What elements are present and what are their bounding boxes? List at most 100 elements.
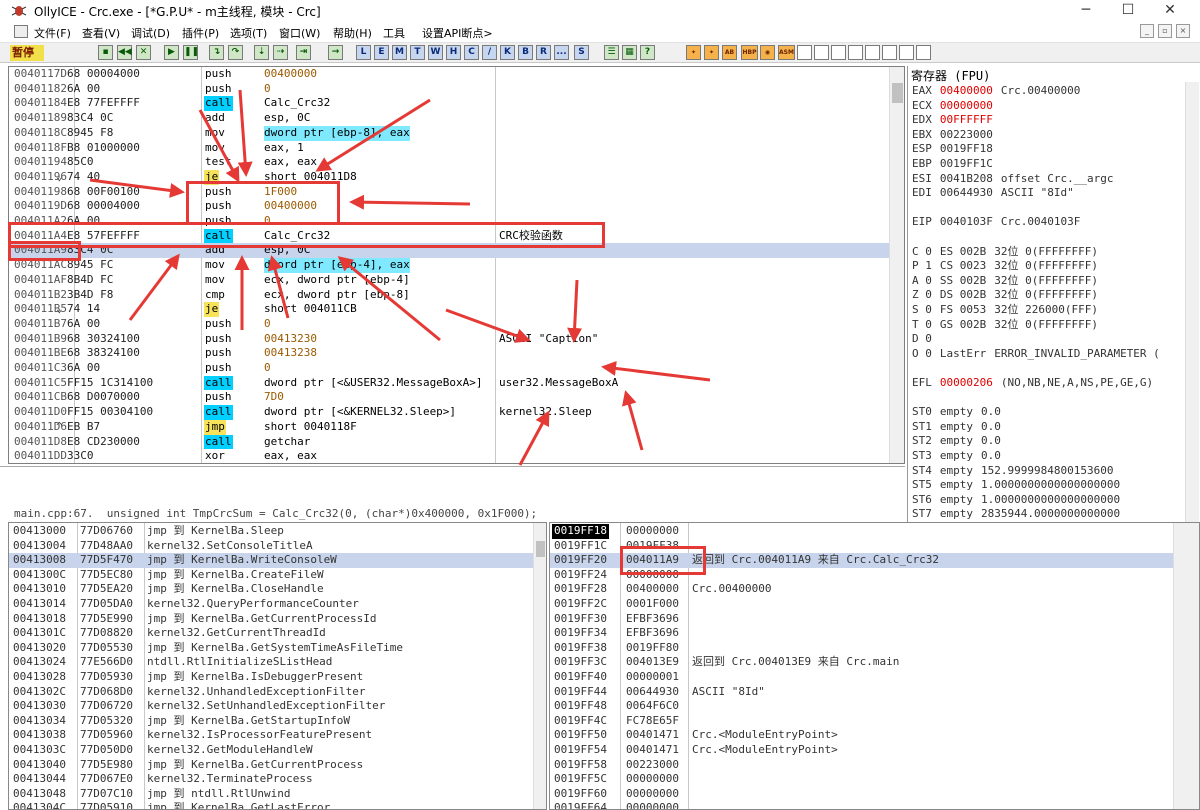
dump-row[interactable]: 0041304C 77D05910 jmp 到 KernelBa.GetLastEr… [9, 801, 533, 809]
dump-row[interactable]: 00413014 77D05DA0 kernel32.QueryPerformanc… [9, 597, 533, 612]
asm-button[interactable]: ASM [778, 45, 795, 60]
register-row[interactable]: T 0 GS 002B 32位 0(FFFFFFFF) [912, 318, 1098, 333]
appearance-icon[interactable]: ▦ [622, 45, 637, 60]
register-row[interactable]: EBP 0019FF1C [912, 157, 1001, 172]
cpu-window-button[interactable]: C [464, 45, 479, 60]
register-value[interactable]: empty [940, 507, 973, 520]
dump-row[interactable]: 0041301C 77D08820 kernel32.GetCurrentThrea… [9, 626, 533, 641]
menu-debug[interactable]: 调试(D) [131, 25, 170, 41]
plugin-tool-icon[interactable]: ✦ [686, 45, 701, 60]
disasm-row[interactable]: 004011B9 68 30324100 push 00413230 ASCII "Ca… [9, 332, 889, 347]
stack-row[interactable]: 0019FF54 00401471 Crc.<ModuleEntryPoint> [550, 743, 1173, 758]
dump-row[interactable]: 00413020 77D05530 jmp 到 KernelBa.GetSystem… [9, 641, 533, 656]
log-window-button[interactable]: L [356, 45, 371, 60]
register-row[interactable]: ST6 empty 1.0000000000000000000 [912, 493, 1120, 508]
threads-window-button[interactable]: T [410, 45, 425, 60]
restart-icon[interactable]: ◀◀ [117, 45, 132, 60]
memory-window-button[interactable]: M [392, 45, 407, 60]
stack-row[interactable]: 0019FF50 00401471 Crc.<ModuleEntryPoint> [550, 728, 1173, 743]
dump-row[interactable]: 00413018 77D5E990 jmp 到 KernelBa.GetCurren… [9, 612, 533, 627]
register-row[interactable] [912, 361, 928, 376]
menu-tools[interactable]: 工具 [383, 25, 405, 41]
plugin-tool3-icon[interactable]: AB [722, 45, 737, 60]
register-value[interactable]: 0040103F [940, 215, 993, 228]
register-value[interactable]: 00400000 [940, 84, 993, 97]
mdi-minimize-button[interactable]: _ [1140, 24, 1154, 38]
stack-row[interactable]: 0019FF60 00000000 [550, 787, 1173, 802]
register-value[interactable]: empty [940, 420, 973, 433]
register-value[interactable]: 00000000 [940, 99, 993, 112]
stack-row[interactable]: 0019FF48 0064F6C0 [550, 699, 1173, 714]
dump-row[interactable]: 0041303C 77D050D0 kernel32.GetModuleHandle… [9, 743, 533, 758]
modules-window-button[interactable]: E [374, 45, 389, 60]
disasm-row[interactable]: 0040119D 68 00004000 push 00400000 [9, 199, 889, 214]
register-row[interactable]: ST0 empty 0.0 [912, 405, 1001, 420]
stack-row[interactable]: 0019FF28 00400000 Crc.00400000 [550, 582, 1173, 597]
disasm-row[interactable]: 004011AF 8B4D FC mov ecx, dword ptr [ebp-4] [9, 273, 889, 288]
register-row[interactable]: ST1 empty 0.0 [912, 420, 1001, 435]
memory-dump-pane[interactable]: 00413000 77D06760 jmp 到 KernelBa.Sleep 0041… [8, 522, 547, 810]
blank-tool-icon[interactable] [848, 45, 863, 60]
disasm-row[interactable]: 00401198 68 00F00100 push 1F000 [9, 185, 889, 200]
register-value[interactable]: empty [940, 478, 973, 491]
disasm-row[interactable]: 004011D0 FF15 00304100 call dword ptr [<&KE… [9, 405, 889, 420]
menu-options[interactable]: 选项(T) [230, 25, 267, 41]
stack-row[interactable]: 0019FF4C FC78E65F [550, 714, 1173, 729]
execute-till-return-icon[interactable]: ⇥ [296, 45, 311, 60]
register-row[interactable]: O 0 LastErr ERROR_INVALID_PARAMETER ( [912, 347, 1160, 362]
dump-row[interactable]: 00413000 77D06760 jmp 到 KernelBa.Sleep [9, 524, 533, 539]
disasm-row[interactable]: 00401189 83C4 0C add esp, 0C [9, 111, 889, 126]
disasm-row[interactable]: 00401182 6A 00 push 0 [9, 82, 889, 97]
register-row[interactable]: EAX 00400000 Crc.00400000 [912, 84, 1080, 99]
disasm-row[interactable]: 004011B2 3B4D F8 cmp ecx, dword ptr [ebp-8] [9, 288, 889, 303]
stack-row[interactable]: 0019FF58 00223000 [550, 758, 1173, 773]
pause-icon[interactable]: ❚❚ [183, 45, 199, 60]
registers-scrollbar[interactable] [1185, 82, 1199, 522]
plugin-tool4-icon[interactable]: ◉ [760, 45, 775, 60]
dump-row[interactable]: 00413044 77D067E0 kernel32.TerminateProces… [9, 772, 533, 787]
scroll-thumb[interactable] [892, 83, 903, 103]
register-value[interactable]: SS 002B [940, 274, 986, 287]
dump-row[interactable]: 00413040 77D5E980 jmp 到 KernelBa.GetCurren… [9, 758, 533, 773]
dump-row[interactable]: 00413004 77D48AA0 kernel32.SetConsoleTitle… [9, 539, 533, 554]
register-row[interactable]: A 0 SS 002B 32位 0(FFFFFFFF) [912, 274, 1098, 289]
register-value[interactable]: 00FFFFFF [940, 113, 993, 126]
step-into-icon[interactable]: ↴ [209, 45, 224, 60]
register-row[interactable]: ESI 0041B208 offset Crc.__argc [912, 172, 1113, 187]
menu-plugins[interactable]: 插件(P) [182, 25, 219, 41]
scroll-thumb[interactable] [536, 541, 545, 557]
handles-window-button[interactable]: H [446, 45, 461, 60]
stack-row[interactable]: 0019FF34 EFBF3696 [550, 626, 1173, 641]
stack-row[interactable]: 0019FF2C 0001F000 [550, 597, 1173, 612]
register-value[interactable]: DS 002B [940, 288, 986, 301]
disasm-row[interactable]: 004011B7 6A 00 push 0 [9, 317, 889, 332]
register-value[interactable]: empty [940, 434, 973, 447]
help-icon[interactable]: ? [640, 45, 655, 60]
register-value[interactable]: FS 0053 [940, 303, 986, 316]
register-row[interactable]: EIP 0040103F Crc.0040103F [912, 215, 1080, 230]
mdi-close-button[interactable]: × [1176, 24, 1190, 38]
stack-row[interactable]: 0019FF5C 00000000 [550, 772, 1173, 787]
disasm-row[interactable]: 004011B5 ⌄ 74 14 je short 004011CB [9, 302, 889, 317]
register-row[interactable]: S 0 FS 0053 32位 226000(FFF) [912, 303, 1098, 318]
goto-icon[interactable]: → [328, 45, 343, 60]
blank-tool-icon[interactable] [831, 45, 846, 60]
register-value[interactable]: 00223000 [940, 128, 993, 141]
blank-tool-icon[interactable] [814, 45, 829, 60]
register-value[interactable]: 0019FF1C [940, 157, 993, 170]
register-row[interactable]: ST5 empty 1.0000000000000000000 [912, 478, 1120, 493]
register-row[interactable]: ST2 empty 0.0 [912, 434, 1001, 449]
register-row[interactable]: C 0 ES 002B 32位 0(FFFFFFFF) [912, 245, 1098, 260]
close-button[interactable]: ✕ [1152, 1, 1188, 19]
disasm-row[interactable]: 004011D8 E8 CD230000 call getchar [9, 434, 889, 450]
register-value[interactable]: 0041B208 [940, 172, 993, 185]
blank-tool-icon[interactable] [882, 45, 897, 60]
dump-row[interactable]: 00413024 77E566D0 ntdll.RtlInitializeSList… [9, 655, 533, 670]
registers-pane[interactable]: 寄存器 (FPU) EAX 00400000 Crc.00400000 ECX 0000… [907, 66, 1200, 522]
dump-row[interactable]: 00413028 77D05930 jmp 到 KernelBa.IsDebugge… [9, 670, 533, 685]
menu-api-breakpoint[interactable]: 设置API断点> [422, 25, 493, 41]
register-value[interactable]: CS 0023 [940, 259, 986, 272]
plugin-tool2-icon[interactable]: ✦ [704, 45, 719, 60]
stack-row[interactable]: 0019FF44 00644930 ASCII "8Id" [550, 685, 1173, 700]
debug-options-icon[interactable]: ☰ [604, 45, 619, 60]
